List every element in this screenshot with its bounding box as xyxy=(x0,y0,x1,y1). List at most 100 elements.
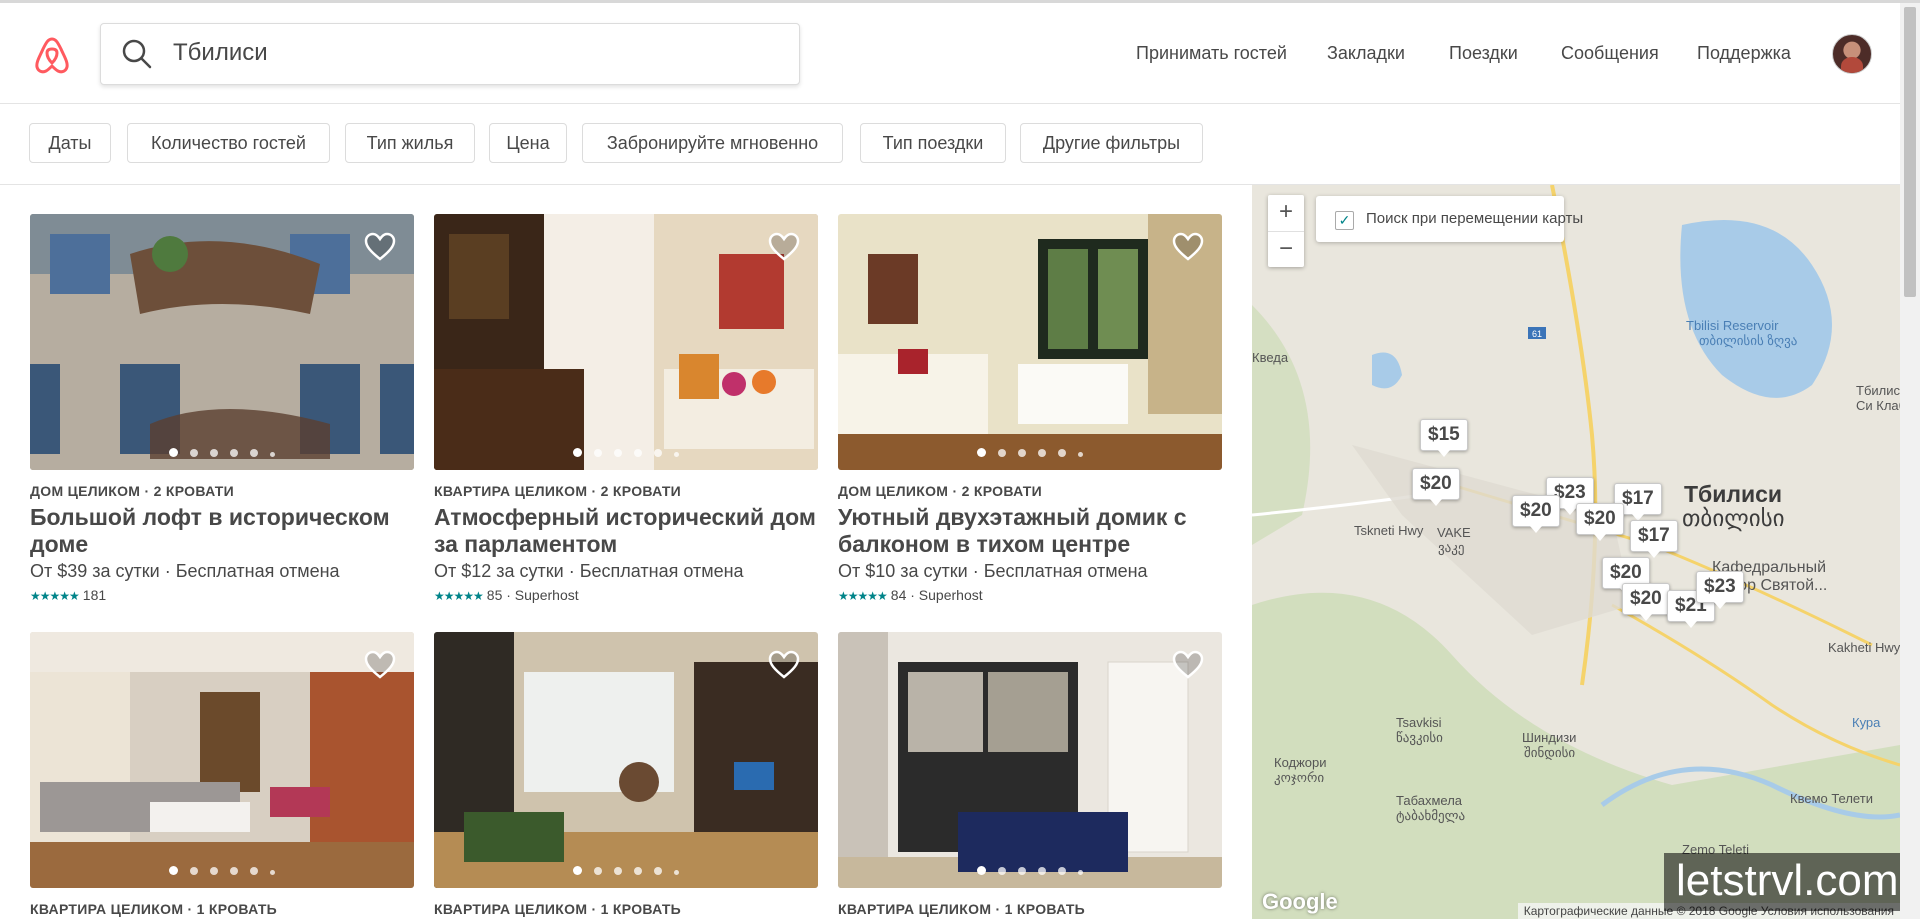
photo-pager[interactable] xyxy=(30,444,414,462)
listing-photo[interactable] xyxy=(30,214,414,470)
price-pin[interactable]: $20 xyxy=(1512,495,1560,533)
filter-home-type[interactable]: Тип жилья xyxy=(345,123,475,163)
nav-host[interactable]: Принимать гостей xyxy=(1136,43,1287,64)
map-label: Тбилиси xyxy=(1856,383,1900,398)
map-label: Квемо Телети xyxy=(1790,791,1873,806)
map-label: Табахмела xyxy=(1396,793,1463,808)
listing-photo-image xyxy=(838,632,1222,888)
price-pin[interactable]: $20 xyxy=(1412,468,1460,506)
listing-photo-image xyxy=(838,214,1222,470)
filter-trip-type[interactable]: Тип поездки xyxy=(860,123,1006,163)
listing-title[interactable]: Атмосферный исторический дом за парламен… xyxy=(434,504,818,558)
nav-saved[interactable]: Закладки xyxy=(1327,43,1405,64)
map-label: VAKE xyxy=(1437,525,1471,540)
avatar[interactable] xyxy=(1832,34,1872,74)
map-label: Кведа xyxy=(1252,350,1289,365)
scrollbar-thumb[interactable] xyxy=(1904,7,1916,297)
search-input[interactable]: Тбилиси xyxy=(173,39,268,67)
listing-photo-image xyxy=(30,214,414,470)
listing-photo[interactable] xyxy=(838,214,1222,470)
price-pin[interactable]: $17 xyxy=(1630,520,1678,558)
price-pin[interactable]: $15 xyxy=(1420,419,1468,457)
heart-icon[interactable] xyxy=(364,650,396,680)
filter-bar: Даты Количество гостей Тип жилья Цена За… xyxy=(0,104,1900,185)
map-label: Коджори xyxy=(1274,755,1327,770)
map-label: თბილისის ზღვა xyxy=(1699,333,1798,348)
map-label: Шиндизи xyxy=(1522,730,1577,745)
review-count: 85 · Superhost xyxy=(486,587,579,603)
page-scrollbar[interactable] xyxy=(1900,3,1920,919)
price-pin[interactable]: $20 xyxy=(1576,503,1624,541)
heart-icon[interactable] xyxy=(364,232,396,262)
filter-price[interactable]: Цена xyxy=(489,123,567,163)
listing-photo-image xyxy=(30,632,414,888)
svg-text:61: 61 xyxy=(1532,329,1542,339)
listing-photo[interactable] xyxy=(434,214,818,470)
rating-stars-icon: ★★★★★ xyxy=(838,589,888,603)
search-box[interactable]: Тбилиси xyxy=(100,23,800,85)
map-label: Tbilisi Reservoir xyxy=(1686,318,1779,333)
airbnb-logo-icon[interactable] xyxy=(30,33,74,77)
listing-kicker: ДОМ ЦЕЛИКОМ · 2 КРОВАТИ xyxy=(30,483,235,499)
filter-dates[interactable]: Даты xyxy=(29,123,111,163)
city-label: Тбилиси xyxy=(1684,481,1783,507)
listing-kicker: КВАРТИРА ЦЕЛИКОМ · 1 КРОВАТЬ xyxy=(838,901,1086,917)
listing-price: От $39 за сутки · Бесплатная отмена xyxy=(30,561,340,581)
listing-rating: ★★★★★ 85 · Superhost xyxy=(434,587,579,603)
checkbox-icon[interactable]: ✓ xyxy=(1335,211,1354,230)
heart-icon[interactable] xyxy=(768,650,800,680)
rating-stars-icon: ★★★★★ xyxy=(434,589,484,603)
map-label: ვაკე xyxy=(1438,540,1465,555)
photo-pager[interactable] xyxy=(838,862,1222,880)
google-logo: Google xyxy=(1262,889,1338,914)
price-pin[interactable]: $23 xyxy=(1696,571,1744,609)
listing-title[interactable]: Большой лофт в историческом доме xyxy=(30,504,414,558)
photo-pager[interactable] xyxy=(434,444,818,462)
listing-title[interactable]: Уютный двухэтажный домик с балконом в ти… xyxy=(838,504,1222,558)
search-on-move-toggle[interactable]: ✓ Поиск при перемещении карты xyxy=(1316,196,1583,242)
listing-photo[interactable] xyxy=(30,632,414,888)
city-label: თბილისი xyxy=(1682,505,1785,531)
search-on-move-label: Поиск при перемещении карты xyxy=(1366,210,1584,227)
map-label: Кура xyxy=(1852,715,1881,730)
map-label: შინდისი xyxy=(1524,745,1576,760)
zoom-in-button[interactable]: + xyxy=(1268,195,1304,231)
map-label: Tsavkisi xyxy=(1396,715,1442,730)
map-label: Tskneti Hwy xyxy=(1354,523,1424,538)
listing-kicker: КВАРТИРА ЦЕЛИКОМ · 1 КРОВАТЬ xyxy=(434,901,682,917)
watermark: letstrvl.com xyxy=(1664,853,1900,911)
filter-instant-book[interactable]: Забронируйте мгновенно xyxy=(582,123,843,163)
map-label: კოჯორი xyxy=(1274,770,1325,785)
map[interactable]: 61 + − ✓ Поиск при перемещении карты Кве… xyxy=(1252,185,1900,919)
nav-messages[interactable]: Сообщения xyxy=(1561,43,1659,64)
listing-rating: ★★★★★ 84 · Superhost xyxy=(838,587,983,603)
zoom-out-button[interactable]: − xyxy=(1268,231,1304,268)
heart-icon[interactable] xyxy=(1172,650,1204,680)
filter-more[interactable]: Другие фильтры xyxy=(1020,123,1203,163)
nav-help[interactable]: Поддержка xyxy=(1697,43,1791,64)
rating-stars-icon: ★★★★★ xyxy=(30,589,80,603)
review-count: 181 xyxy=(82,587,107,603)
listing-photo-image xyxy=(434,214,818,470)
map-label: Kakheti Hwy xyxy=(1828,640,1900,655)
listing-photo[interactable] xyxy=(838,632,1222,888)
photo-pager[interactable] xyxy=(434,862,818,880)
listing-photo[interactable] xyxy=(434,632,818,888)
photo-pager[interactable] xyxy=(838,444,1222,462)
photo-pager[interactable] xyxy=(30,862,414,880)
listing-rating: ★★★★★ 181 xyxy=(30,587,106,603)
search-icon xyxy=(122,39,152,69)
heart-icon[interactable] xyxy=(768,232,800,262)
listing-price: От $10 за сутки · Бесплатная отмена xyxy=(838,561,1148,581)
review-count: 84 · Superhost xyxy=(890,587,983,603)
price-pin[interactable]: $20 xyxy=(1622,583,1670,621)
listing-grid: ДОМ ЦЕЛИКОМ · 2 КРОВАТИ Большой лофт в и… xyxy=(0,185,1252,919)
map-label: წავკისი xyxy=(1396,730,1443,745)
heart-icon[interactable] xyxy=(1172,232,1204,262)
nav-trips[interactable]: Поездки xyxy=(1449,43,1518,64)
map-label: Си Клаб xyxy=(1856,398,1900,413)
listing-price: От $12 за сутки · Бесплатная отмена xyxy=(434,561,744,581)
filter-guests[interactable]: Количество гостей xyxy=(127,123,330,163)
listing-kicker: КВАРТИРА ЦЕЛИКОМ · 1 КРОВАТЬ xyxy=(30,901,278,917)
header: Тбилиси Принимать гостей Закладки Поездк… xyxy=(0,3,1900,104)
